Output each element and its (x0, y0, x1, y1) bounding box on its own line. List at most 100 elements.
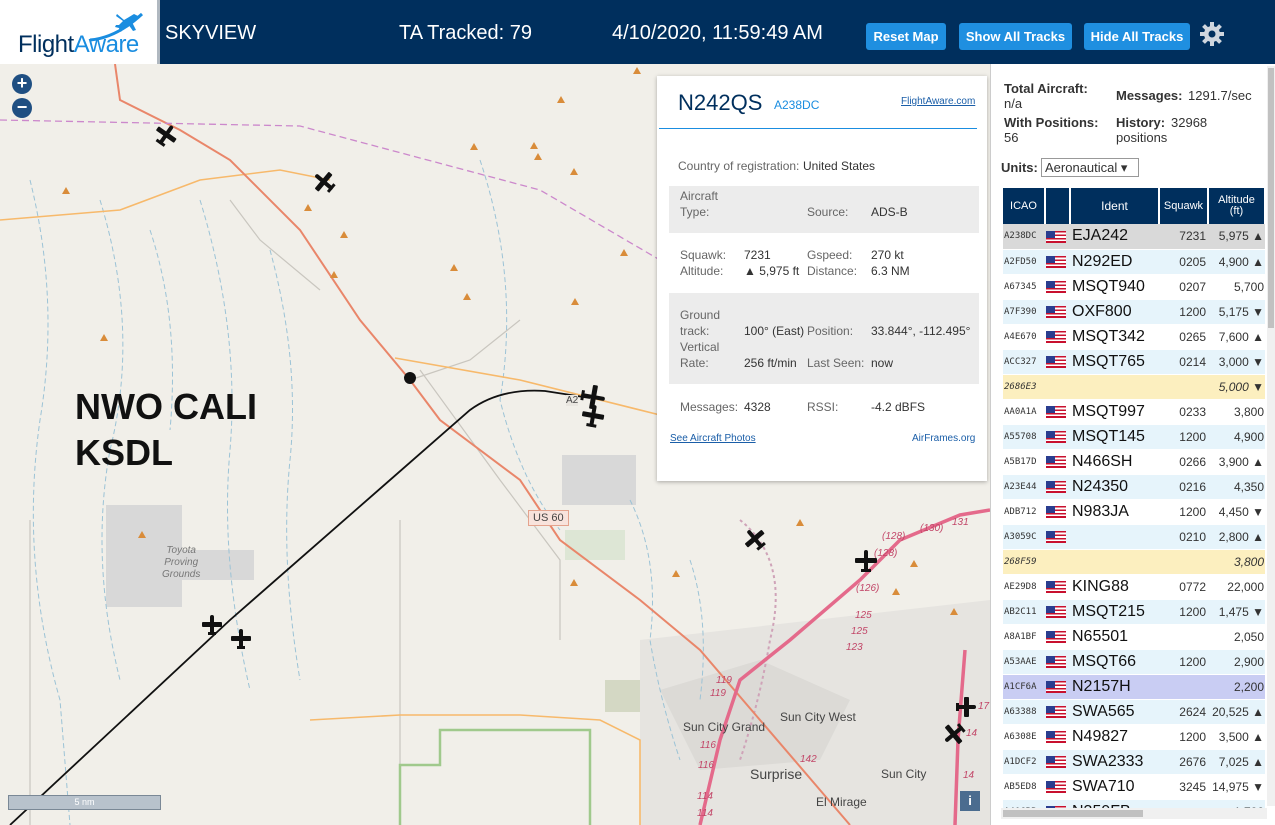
map-label-sun-city-grand: Sun City Grand (683, 720, 766, 734)
table-row[interactable]: ACC327 MSQT765 0214 3,000 ▼ (1003, 349, 1265, 375)
cell-flag (1045, 224, 1070, 250)
column-header-altitude[interactable]: Altitude (ft) (1208, 188, 1266, 224)
table-row[interactable]: AE29D8 KING88 0772 22,000 (1003, 574, 1265, 600)
cell-squawk: 0265 (1159, 324, 1208, 350)
overlay-line-1: NWO CALI (75, 386, 257, 427)
aircraft-marker-icon[interactable] (741, 525, 769, 553)
aircraft-marker-icon[interactable] (199, 612, 225, 638)
aircraft-marker-icon[interactable] (953, 694, 979, 720)
table-row[interactable]: A5B17D N466SH 0266 3,900 ▲ (1003, 449, 1265, 475)
table-row[interactable]: AA0A1A MSQT997 0233 3,800 (1003, 399, 1265, 425)
table-row[interactable]: A8A1BF N65501 2,050 (1003, 624, 1265, 650)
cell-icao: A23E44 (1003, 474, 1045, 500)
table-row[interactable]: 268F59 3,800 (1003, 549, 1265, 575)
table-row[interactable]: ADB712 N983JA 1200 4,450 ▼ (1003, 499, 1265, 525)
map-info-button[interactable]: i (960, 791, 980, 811)
airframes-link[interactable]: AirFrames.org (912, 433, 975, 444)
table-row[interactable]: A6308E N49827 1200 3,500 ▲ (1003, 724, 1265, 750)
column-header-squawk[interactable]: Squawk (1159, 188, 1209, 224)
table-row[interactable]: A67345 MSQT940 0207 5,700 (1003, 274, 1265, 300)
map-label-toyota: Toyota Proving Grounds (162, 545, 201, 580)
aircraft-marker-icon[interactable] (228, 626, 254, 652)
cell-icao: A4E670 (1003, 324, 1045, 350)
table-row[interactable]: A2FD50 N292ED 0205 4,900 ▲ (1003, 249, 1265, 275)
cell-altitude: 5,175 ▼ (1208, 299, 1265, 325)
units-dropdown[interactable]: Aeronautical ▾ (1041, 158, 1139, 177)
table-row[interactable]: A55708 MSQT145 1200 4,900 (1003, 424, 1265, 450)
cell-icao: ADB712 (1003, 499, 1045, 525)
altitude-value: ▲ 5,975 ft (744, 264, 800, 278)
cell-ident: MSQT66 (1070, 649, 1159, 675)
show-all-tracks-button[interactable]: Show All Tracks (959, 23, 1072, 50)
table-row[interactable]: AB2C11 MSQT215 1200 1,475 ▼ (1003, 599, 1265, 625)
vertical-scrollbar[interactable] (1267, 66, 1275, 806)
column-header-icao[interactable]: ICAO (1003, 188, 1046, 224)
history-unit: positions (1116, 130, 1168, 145)
table-row[interactable]: A238DC EJA242 7231 5,975 ▲ (1003, 224, 1265, 250)
aircraft-table: ICAO Ident Squawk Altitude (ft) A238DC EJ… (1003, 188, 1266, 808)
cell-icao: 268F59 (1003, 549, 1045, 575)
scale-bar: 5 nm (8, 795, 161, 810)
cell-icao: AB5ED8 (1003, 774, 1045, 800)
zoom-in-button[interactable]: + (12, 74, 32, 94)
map-road-number: 116 (700, 740, 716, 751)
table-row[interactable]: A53AAE MSQT66 1200 2,900 (1003, 649, 1265, 675)
table-row[interactable]: A1DCF2 SWA2333 2676 7,025 ▲ (1003, 749, 1265, 775)
aircraft-marker-icon[interactable] (940, 720, 968, 748)
ground-track-value: 100° (East) (744, 324, 805, 338)
cell-flag (1045, 599, 1070, 625)
table-row[interactable]: A23E44 N24350 0216 4,350 (1003, 474, 1265, 500)
aircraft-marker-icon[interactable] (310, 168, 338, 196)
hide-all-tracks-button[interactable]: Hide All Tracks (1084, 23, 1190, 50)
table-row[interactable]: 2686E3 5,000 ▼ (1003, 374, 1265, 400)
flightaware-logo[interactable]: FlightAware (0, 0, 160, 64)
map-road-number: 114 (697, 791, 713, 802)
table-row[interactable]: A3059C 0210 2,800 ▲ (1003, 524, 1265, 550)
map-label-el-mirage: El Mirage (816, 795, 867, 809)
app-name: SKYVIEW (165, 22, 257, 44)
aircraft-photos-link[interactable]: See Aircraft Photos (670, 433, 756, 444)
aircraft-marker-icon[interactable] (152, 121, 180, 149)
cell-ident (1070, 374, 1159, 400)
cell-altitude: 3,800 (1208, 549, 1265, 575)
units-label: Units: (1001, 160, 1038, 175)
cell-icao: 2686E3 (1003, 374, 1045, 400)
column-header-flag[interactable] (1045, 188, 1071, 224)
table-row[interactable]: AB5ED8 SWA710 3245 14,975 ▼ (1003, 774, 1265, 800)
cell-altitude: 22,000 (1208, 574, 1265, 600)
cell-flag (1045, 674, 1070, 700)
us-flag-icon (1046, 506, 1066, 519)
table-row[interactable]: A7F390 OXF800 1200 5,175 ▼ (1003, 299, 1265, 325)
distance-label: Distance: (807, 264, 858, 278)
total-aircraft-label: Total Aircraft: (1004, 81, 1088, 96)
cell-ident: MSQT765 (1070, 349, 1159, 375)
cell-altitude: 2,200 (1208, 674, 1265, 700)
cell-squawk: 0210 (1159, 524, 1208, 550)
table-row[interactable]: A1CF6A N2157H 2,200 (1003, 674, 1265, 700)
scrollbar-thumb[interactable] (1003, 810, 1143, 817)
reset-map-button[interactable]: Reset Map (866, 23, 946, 50)
rssi-label: RSSI: (807, 400, 839, 414)
logo-text-flight: Flight (18, 31, 74, 58)
cell-flag (1045, 749, 1070, 775)
gear-icon[interactable] (1200, 22, 1224, 46)
zoom-out-button[interactable]: − (12, 98, 32, 118)
cell-ident: N292ED (1070, 249, 1159, 275)
cell-ident: N983JA (1070, 499, 1159, 525)
aircraft-marker-icon[interactable] (579, 402, 607, 430)
map-road-number: 125 (851, 626, 868, 637)
table-row[interactable]: A63388 SWA565 2624 20,525 ▲ (1003, 699, 1265, 725)
flightaware-link[interactable]: FlightAware.com (901, 96, 975, 107)
table-row[interactable]: A4E670 MSQT342 0265 7,600 ▲ (1003, 324, 1265, 350)
cell-icao: A55708 (1003, 424, 1045, 450)
cell-flag (1045, 349, 1070, 375)
map-road-number: (128) (882, 531, 906, 542)
column-header-ident[interactable]: Ident (1070, 188, 1160, 224)
us-flag-icon (1046, 681, 1066, 694)
cell-flag (1045, 799, 1070, 808)
table-row[interactable]: A406BB N359FB 1,700 (1003, 799, 1265, 808)
scrollbar-thumb[interactable] (1268, 68, 1274, 328)
cell-ident: SWA565 (1070, 699, 1159, 725)
cell-squawk: 0216 (1159, 474, 1208, 500)
horizontal-scrollbar[interactable] (1001, 808, 1267, 819)
